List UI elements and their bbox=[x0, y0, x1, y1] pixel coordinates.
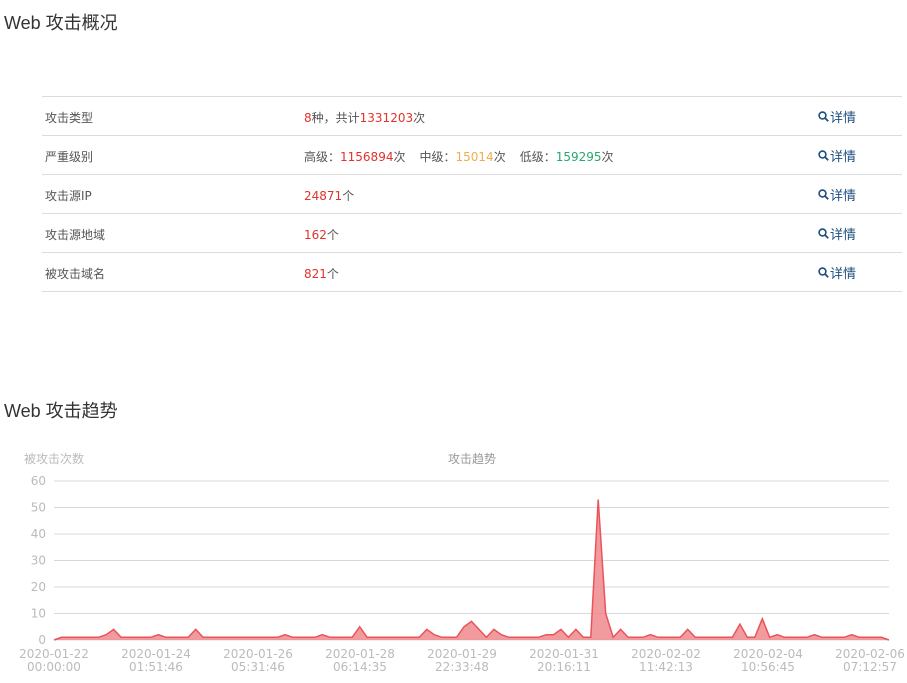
source-region-value: 162个 bbox=[304, 226, 339, 243]
detail-label: 详情 bbox=[830, 228, 857, 243]
x-tick-time: 05:31:46 bbox=[231, 660, 285, 674]
source-ip-unit: 个 bbox=[342, 189, 355, 203]
source-region-label: 攻击源地域 bbox=[45, 228, 106, 242]
overview-title: Web 攻击概况 bbox=[4, 13, 118, 33]
search-icon bbox=[818, 228, 829, 239]
x-tick-date: 2020-01-22 bbox=[19, 647, 89, 661]
y-tick-label: 60 bbox=[31, 474, 46, 488]
source-region-row: 攻击源地域 162个 详情 bbox=[42, 214, 902, 253]
x-tick-label: 2020-01-28 06:14:35 bbox=[325, 647, 395, 674]
x-tick-label: 2020-02-06 07:12:57 bbox=[835, 647, 905, 674]
mid-unit: 次 bbox=[493, 150, 506, 164]
detail-label: 详情 bbox=[830, 189, 857, 204]
severity-detail-link[interactable]: 详情 bbox=[818, 146, 856, 165]
y-tick-label: 0 bbox=[38, 633, 46, 647]
high-unit: 次 bbox=[393, 150, 406, 164]
attack-type-count-unit: 种，共计 bbox=[311, 111, 360, 125]
series-area bbox=[54, 499, 889, 640]
detail-label: 详情 bbox=[830, 267, 857, 282]
high-label: 高级： bbox=[304, 150, 341, 164]
x-tick-time: 11:42:13 bbox=[639, 660, 693, 674]
attack-total-unit: 次 bbox=[413, 111, 426, 125]
source-region-unit: 个 bbox=[326, 228, 339, 242]
x-tick-time: 01:51:46 bbox=[129, 660, 183, 674]
mid-count: 15014 bbox=[455, 150, 494, 164]
chart-x-axis: 2020-01-22 00:00:002020-01-24 01:51:462020… bbox=[19, 647, 905, 674]
detail-label: 详情 bbox=[830, 111, 857, 126]
y-tick-label: 40 bbox=[31, 527, 46, 541]
high-count: 1156894 bbox=[340, 150, 394, 164]
x-tick-date: 2020-02-06 bbox=[835, 647, 905, 661]
source-ip-detail-link[interactable]: 详情 bbox=[818, 185, 856, 204]
target-domain-label: 被攻击域名 bbox=[45, 267, 106, 281]
attack-type-row: 攻击类型 8种，共计1331203次 详情 bbox=[42, 97, 902, 136]
x-tick-label: 2020-02-02 11:42:13 bbox=[631, 647, 701, 674]
x-tick-label: 2020-01-29 22:33:48 bbox=[427, 647, 497, 674]
x-tick-label: 2020-01-24 01:51:46 bbox=[121, 647, 191, 674]
search-icon bbox=[818, 111, 829, 122]
x-tick-label: 2020-01-26 05:31:46 bbox=[223, 647, 293, 674]
chart-title: 攻击趋势 bbox=[448, 452, 496, 466]
source-region-count: 162 bbox=[304, 228, 327, 242]
source-ip-label: 攻击源IP bbox=[45, 189, 92, 203]
target-domain-unit: 个 bbox=[326, 267, 339, 281]
x-tick-time: 10:56:45 bbox=[741, 660, 795, 674]
search-icon bbox=[818, 189, 829, 200]
x-tick-date: 2020-01-29 bbox=[427, 647, 497, 661]
severity-label: 严重级别 bbox=[45, 150, 94, 164]
y-tick-label: 20 bbox=[31, 580, 46, 594]
source-ip-count: 24871 bbox=[304, 189, 343, 203]
x-tick-time: 06:14:35 bbox=[333, 660, 387, 674]
x-tick-time: 20:16:11 bbox=[537, 660, 591, 674]
trend-title: Web 攻击趋势 bbox=[4, 401, 118, 421]
x-tick-date: 2020-02-02 bbox=[631, 647, 701, 661]
source-ip-value: 24871个 bbox=[304, 187, 354, 204]
x-tick-time: 00:00:00 bbox=[27, 660, 81, 674]
source-region-detail-link[interactable]: 详情 bbox=[818, 224, 856, 243]
target-domain-row: 被攻击域名 821个 详情 bbox=[42, 253, 902, 292]
y-tick-label: 10 bbox=[31, 607, 46, 621]
x-tick-date: 2020-02-04 bbox=[733, 647, 803, 661]
x-tick-label: 2020-01-31 20:16:11 bbox=[529, 647, 599, 674]
source-ip-row: 攻击源IP 24871个 详情 bbox=[42, 175, 902, 214]
attack-type-label: 攻击类型 bbox=[45, 111, 94, 125]
x-tick-date: 2020-01-28 bbox=[325, 647, 395, 661]
y-tick-label: 30 bbox=[31, 554, 46, 568]
attack-type-detail-link[interactable]: 详情 bbox=[818, 107, 856, 126]
attack-type-value: 8种，共计1331203次 bbox=[304, 109, 425, 126]
low-count: 159295 bbox=[555, 150, 602, 164]
chart-grid: 0 10 20 30 40 50 60 bbox=[31, 474, 889, 647]
chart-y-axis-label: 被攻击次数 bbox=[24, 451, 84, 466]
detail-label: 详情 bbox=[830, 150, 857, 165]
mid-label: 中级： bbox=[419, 150, 456, 164]
severity-row: 严重级别 高级：1156894次 中级：15014次 低级：159295次 详情 bbox=[42, 136, 902, 175]
overview-table: 攻击类型 8种，共计1331203次 详情 严重级别 高级：1156894次 中级… bbox=[42, 96, 902, 292]
search-icon bbox=[818, 267, 829, 278]
series-line bbox=[53, 499, 890, 641]
x-tick-date: 2020-01-24 bbox=[121, 647, 191, 661]
severity-value: 高级：1156894次 中级：15014次 低级：159295次 bbox=[304, 148, 614, 165]
attack-type-count: 8 bbox=[304, 111, 312, 125]
target-domain-count: 821 bbox=[304, 267, 327, 281]
x-tick-date: 2020-01-31 bbox=[529, 647, 599, 661]
target-domain-detail-link[interactable]: 详情 bbox=[818, 263, 856, 282]
x-tick-time: 07:12:57 bbox=[843, 660, 897, 674]
x-tick-label: 2020-01-22 00:00:00 bbox=[19, 647, 89, 674]
attack-total: 1331203 bbox=[359, 111, 414, 125]
y-tick-label: 50 bbox=[31, 501, 46, 515]
low-label: 低级： bbox=[519, 150, 556, 164]
low-unit: 次 bbox=[601, 150, 614, 164]
x-tick-time: 22:33:48 bbox=[435, 660, 489, 674]
x-tick-label: 2020-02-04 10:56:45 bbox=[733, 647, 803, 674]
x-tick-date: 2020-01-26 bbox=[223, 647, 293, 661]
search-icon bbox=[818, 150, 829, 161]
chart-series bbox=[53, 499, 890, 641]
target-domain-value: 821个 bbox=[304, 265, 339, 282]
attack-trend-chart: 被攻击次数 攻击趋势 0 10 20 30 40 50 60 2020-01-22 00:00… bbox=[19, 451, 905, 674]
